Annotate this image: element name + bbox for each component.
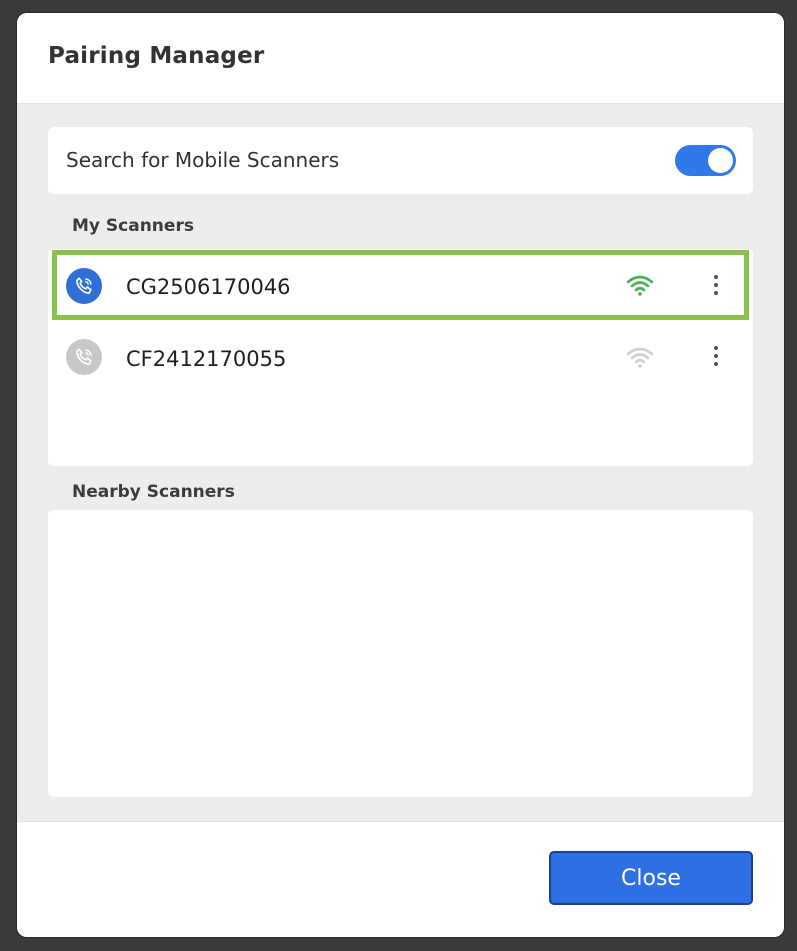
dialog-header: Pairing Manager [17, 13, 784, 104]
search-card: Search for Mobile Scanners [48, 127, 753, 194]
scanner-row[interactable]: CF2412170055 [48, 323, 753, 395]
more-options-icon[interactable] [706, 270, 726, 300]
scanner-row[interactable]: CG2506170046 [48, 249, 753, 321]
nearby-scanners-heading: Nearby Scanners [72, 482, 235, 502]
search-label: Search for Mobile Scanners [66, 148, 340, 172]
scanner-phone-icon [66, 268, 102, 304]
toggle-knob [708, 148, 733, 173]
my-scanners-list: CG2506170046 CF2412170055 [48, 249, 753, 466]
wifi-icon [625, 273, 655, 297]
nearby-scanners-list [48, 510, 753, 797]
search-toggle[interactable] [675, 145, 736, 176]
scanner-phone-icon [66, 339, 102, 375]
wifi-icon [625, 345, 655, 369]
dialog-title: Pairing Manager [48, 43, 265, 69]
pairing-manager-dialog: Pairing Manager Search for Mobile Scanne… [17, 13, 784, 937]
scanner-name: CF2412170055 [126, 347, 287, 371]
my-scanners-heading: My Scanners [72, 216, 194, 236]
more-options-icon[interactable] [706, 341, 726, 371]
close-button[interactable]: Close [549, 851, 753, 905]
scanner-name: CG2506170046 [126, 275, 291, 299]
